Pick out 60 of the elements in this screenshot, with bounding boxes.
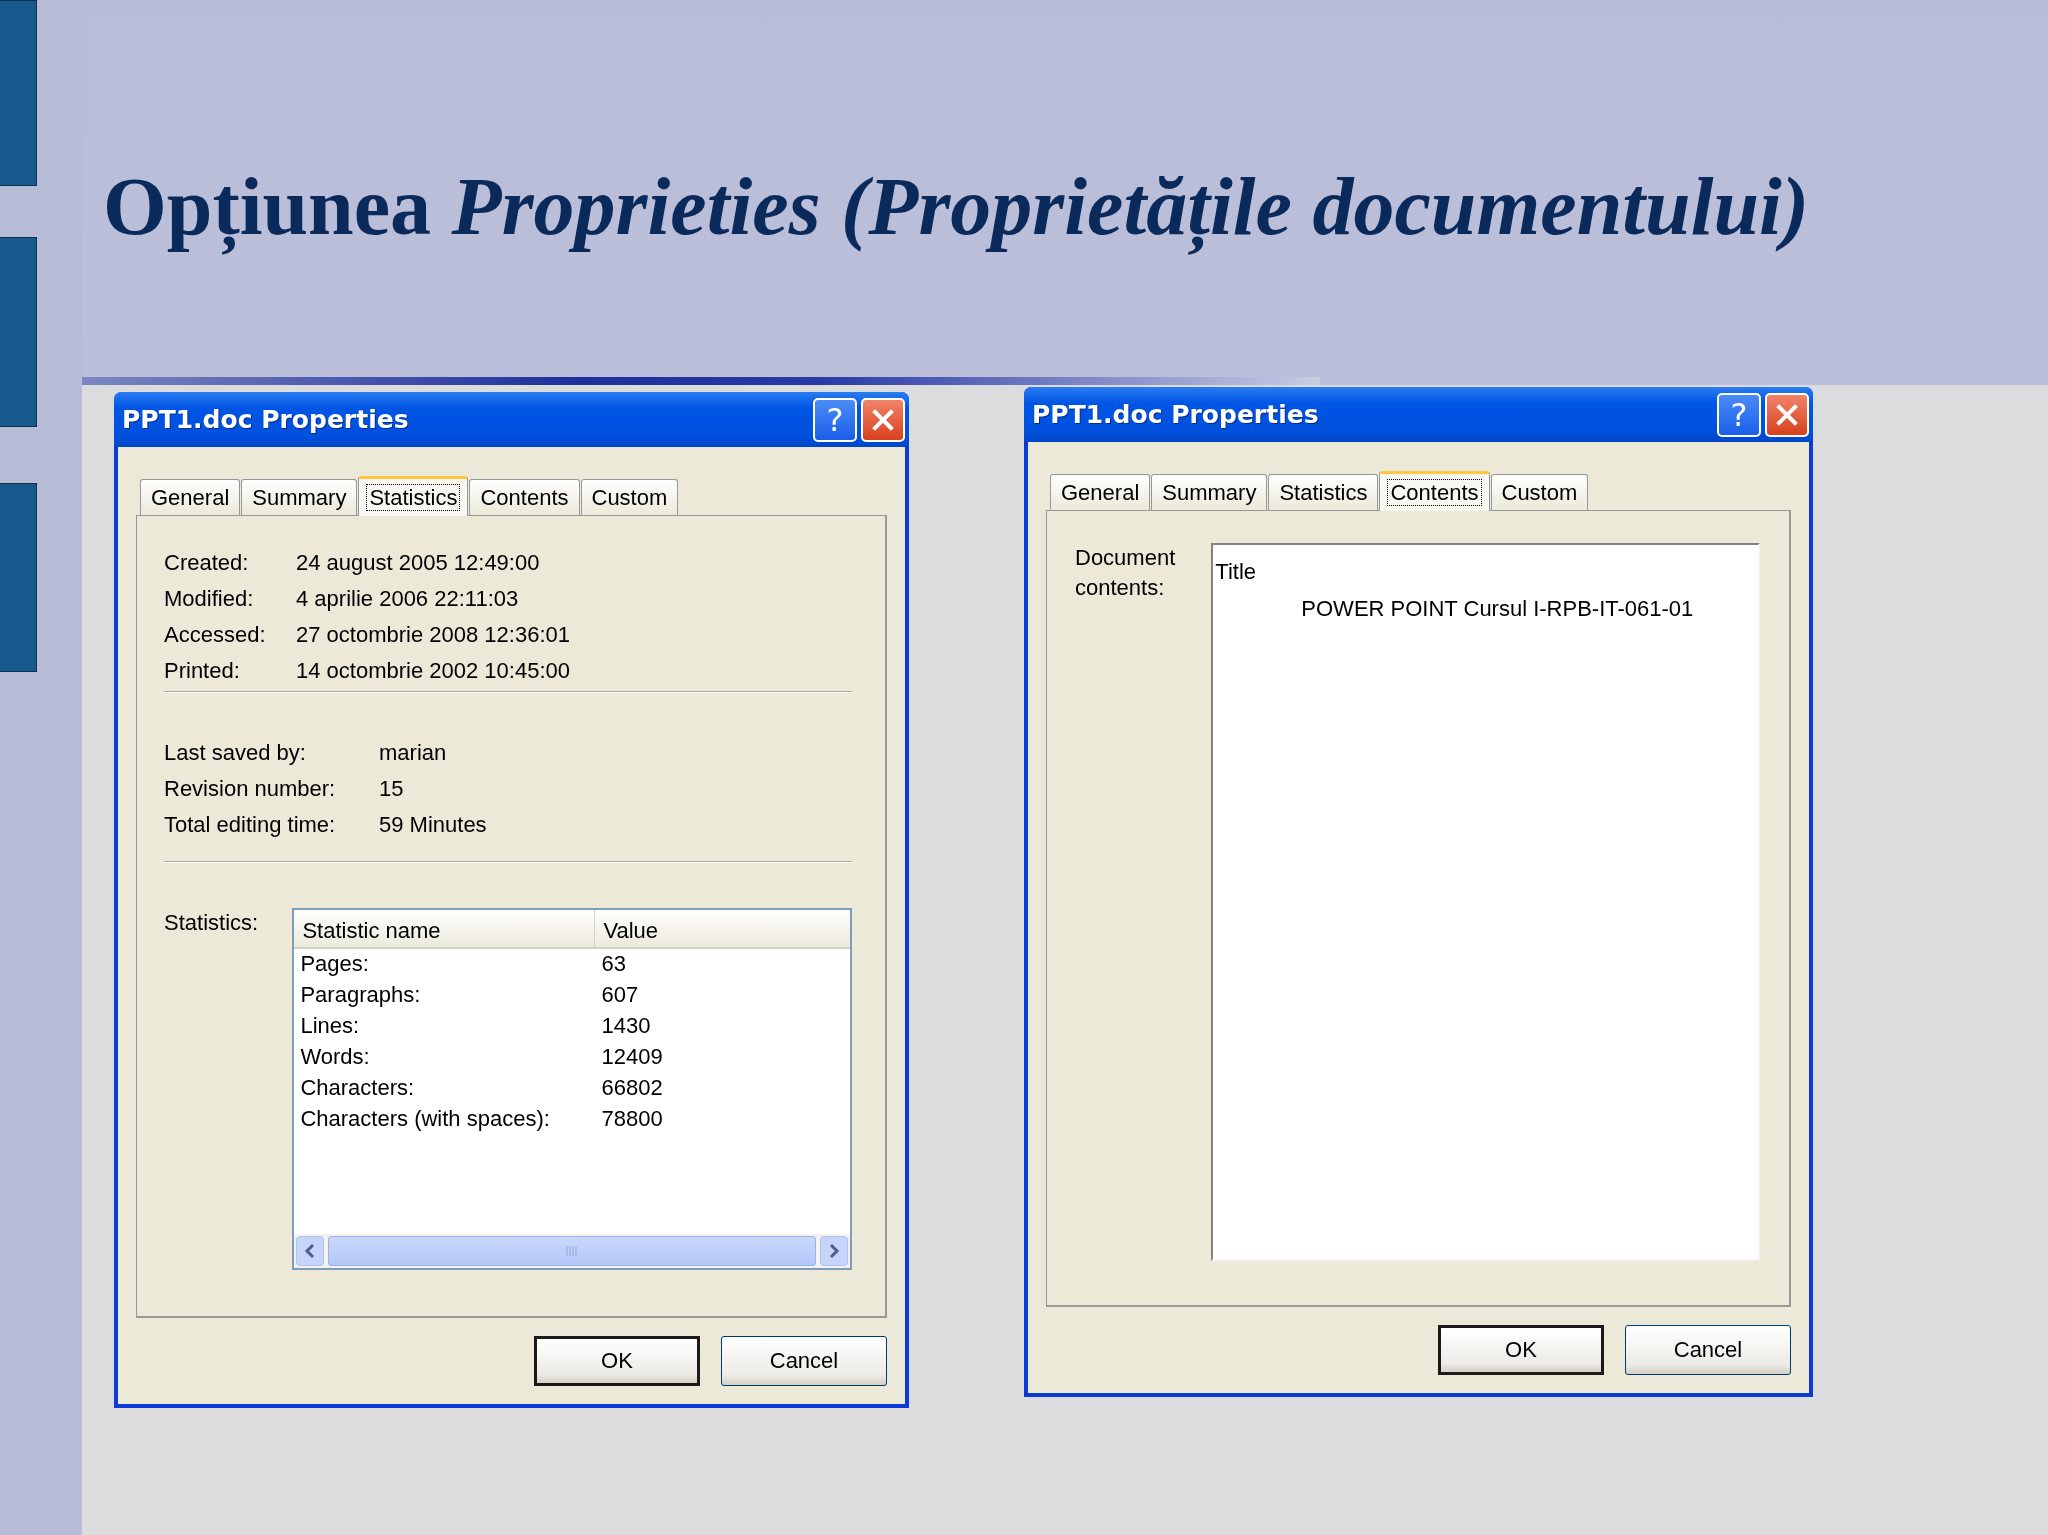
- list-item[interactable]: Title: [1213, 553, 1257, 590]
- field-label: Accessed:: [164, 621, 267, 649]
- field-value: marian: [379, 739, 448, 767]
- close-icon: [1775, 402, 1799, 427]
- field-value: 24 august 2005 12:49:00: [296, 549, 541, 577]
- tab[interactable]: Summary: [241, 479, 358, 515]
- table-cell-text: 78800: [600, 1107, 663, 1131]
- tab[interactable]: General: [1050, 474, 1151, 510]
- field-label: Revision number:: [164, 775, 337, 803]
- table-cell-text: 63: [600, 952, 626, 976]
- table-cell-text: Lines:: [299, 1014, 361, 1038]
- scroll-right-icon[interactable]: [820, 1236, 848, 1266]
- field-value: 59 Minutes: [379, 811, 488, 839]
- field-label: Printed:: [164, 657, 241, 685]
- column-header[interactable]: Statistic name: [294, 910, 595, 947]
- tab[interactable]: Statistics: [1268, 474, 1379, 510]
- slide-title: Opțiunea Proprieties (Proprietățile documentului): [103, 157, 1818, 257]
- table-cell-text: Pages:: [299, 952, 370, 976]
- column-header[interactable]: Value: [594, 910, 850, 947]
- tab[interactable]: General: [140, 479, 241, 515]
- field-label: Last saved by:: [164, 739, 307, 767]
- horizontal-scrollbar[interactable]: [294, 1234, 850, 1268]
- field-value: 15: [379, 775, 405, 803]
- field-value: 4 aprilie 2006 22:11:03: [296, 585, 520, 613]
- tab[interactable]: Summary: [1151, 474, 1268, 510]
- tab[interactable]: Contents: [1379, 471, 1490, 511]
- table-cell-text: Paragraphs:: [299, 983, 422, 1007]
- scroll-left-icon[interactable]: [296, 1236, 325, 1266]
- contents-label: Document contents:: [1075, 544, 1177, 602]
- tab[interactable]: Contents: [469, 479, 580, 515]
- field-label: Created:: [164, 549, 250, 577]
- table-cell-text: Characters (with spaces):: [299, 1107, 551, 1131]
- grip-icon: [566, 1246, 579, 1256]
- close-icon: [871, 407, 895, 432]
- table-cell-text: 607: [600, 983, 639, 1007]
- table-cell-text: Characters:: [299, 1076, 416, 1100]
- help-button[interactable]: ?: [1717, 392, 1761, 437]
- statistics-label: Statistics:: [164, 909, 260, 937]
- list-item[interactable]: POWER POINT Cursul I-RPB-IT-061-01: [1213, 590, 1694, 627]
- dialog-button[interactable]: OK: [1438, 1325, 1604, 1375]
- dialog-button[interactable]: Cancel: [1625, 1325, 1791, 1375]
- tab[interactable]: Statistics: [358, 476, 469, 516]
- close-button[interactable]: [861, 397, 905, 442]
- field-value: 27 octombrie 2008 12:36:01: [296, 621, 571, 649]
- dialog-button[interactable]: Cancel: [721, 1336, 887, 1386]
- tab[interactable]: Custom: [1490, 474, 1589, 510]
- table-cell-text: 1430: [600, 1014, 651, 1038]
- help-button[interactable]: ?: [813, 397, 857, 442]
- window-title: PPT1.doc Properties: [1032, 400, 1320, 429]
- close-button[interactable]: [1765, 392, 1809, 437]
- table-cell-text: Words:: [299, 1045, 371, 1069]
- table-cell-text: 66802: [600, 1076, 663, 1100]
- table-cell-text: 12409: [600, 1045, 663, 1069]
- window-title: PPT1.doc Properties: [122, 405, 410, 434]
- dialog-button[interactable]: OK: [534, 1336, 700, 1386]
- tab[interactable]: Custom: [580, 479, 679, 515]
- field-label: Total editing time:: [164, 811, 337, 839]
- field-label: Modified:: [164, 585, 255, 613]
- scrollbar-thumb[interactable]: [328, 1236, 816, 1266]
- field-value: 14 octombrie 2002 10:45:00: [296, 657, 571, 685]
